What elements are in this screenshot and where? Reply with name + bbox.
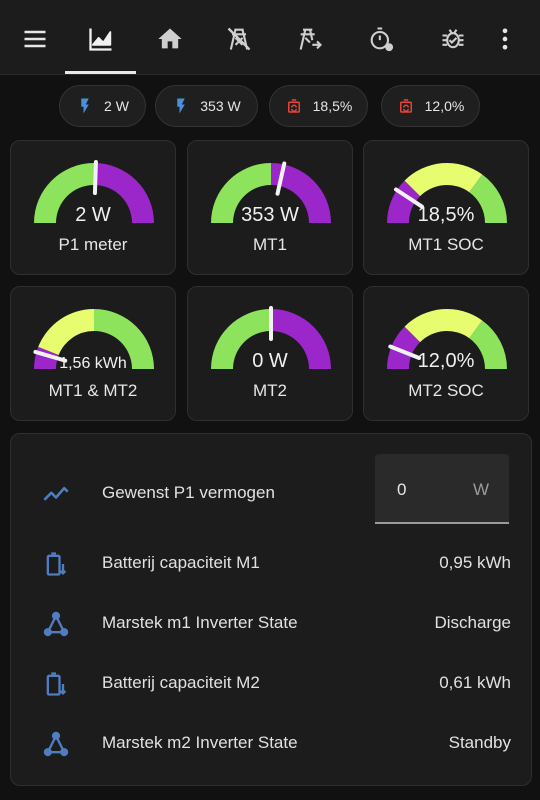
entity-row[interactable]: Marstek m1 Inverter State Discharge (11, 599, 531, 639)
gauge-card-mt1-mt2[interactable]: 1,56 kWh MT1 & MT2 (10, 286, 176, 421)
gauge-value: 18,5% (417, 204, 475, 226)
gauge-name: P1 meter (58, 235, 128, 254)
gauge-card-mt2-soc[interactable]: 12,0% MT2 SOC (363, 286, 529, 421)
gauge-name: MT1 SOC (408, 235, 484, 254)
status-chips: 2 W 353 W 18,5% 12,0% (0, 85, 540, 129)
bug-check-icon[interactable] (438, 22, 468, 56)
active-tab-indicator (65, 71, 136, 74)
chip-p1-power[interactable]: 2 W (59, 85, 146, 127)
gauge-value: 12,0% (417, 350, 475, 372)
entity-row[interactable]: Marstek m2 Inverter State Standby (11, 719, 531, 759)
p1-target-input[interactable]: 0 W (375, 454, 509, 524)
transmission-tower-export-icon[interactable] (295, 22, 325, 56)
input-unit: W (472, 480, 489, 499)
entities-card: Gewenst P1 vermogen 0 W Batterij capacit… (10, 433, 532, 786)
gauge-name: MT1 (253, 235, 287, 254)
state-machine-icon (39, 607, 73, 641)
entity-row[interactable]: Batterij capaciteit M2 0,61 kWh (11, 659, 531, 699)
entity-row[interactable]: Batterij capaciteit M1 0,95 kWh (11, 539, 531, 579)
battery-sync-icon (399, 99, 412, 113)
chip-value: 18,5% (312, 98, 353, 114)
gauge-card-mt1[interactable]: 353 W MT1 (187, 140, 353, 275)
entity-value: Discharge (434, 613, 511, 632)
gauge-value: 353 W (241, 204, 299, 226)
chip-value: 12,0% (424, 98, 465, 114)
state-machine-icon (39, 727, 73, 761)
chip-mt1-power[interactable]: 353 W (155, 85, 258, 127)
gauge-value: 1,56 kWh (59, 355, 127, 372)
home-icon[interactable] (155, 22, 185, 56)
entity-label: Marstek m2 Inverter State (102, 733, 298, 752)
chip-mt2-soc[interactable]: 12,0% (381, 85, 480, 127)
chip-value: 2 W (104, 98, 129, 114)
battery-arrow-down-icon (39, 667, 73, 701)
gauge-card-p1-meter[interactable]: 2 W P1 meter (10, 140, 176, 275)
gauge-value: 0 W (252, 350, 288, 372)
menu-icon[interactable] (20, 22, 50, 56)
chart-icon[interactable] (86, 22, 116, 56)
input-value[interactable]: 0 (397, 480, 406, 500)
battery-arrow-down-icon (39, 547, 73, 581)
chip-mt1-soc[interactable]: 18,5% (269, 85, 368, 127)
gauge-card-mt1-soc[interactable]: 18,5% MT1 SOC (363, 140, 529, 275)
entity-label: Gewenst P1 vermogen (102, 483, 275, 502)
gauge-name: MT2 SOC (408, 381, 484, 400)
gauge-segment (38, 309, 94, 356)
entity-value: 0,95 kWh (439, 553, 511, 572)
entity-label: Batterij capaciteit M2 (102, 673, 260, 692)
entity-value: 0,61 kWh (439, 673, 511, 692)
chart-line-icon (39, 477, 73, 511)
gauge-name: MT1 & MT2 (48, 381, 138, 400)
timer-cog-icon[interactable] (366, 22, 396, 56)
battery-sync-icon (287, 99, 300, 113)
more-vertical-icon[interactable] (490, 22, 520, 56)
flash-icon (81, 98, 89, 114)
transmission-tower-off-icon[interactable] (224, 22, 254, 56)
top-app-bar (0, 0, 540, 75)
gauge-needle (92, 160, 98, 196)
gauge-card-mt2[interactable]: 0 W MT2 (187, 286, 353, 421)
entity-value: Standby (448, 733, 511, 752)
gauge-value: 2 W (75, 204, 111, 226)
entity-label: Marstek m1 Inverter State (102, 613, 298, 632)
gauge-name: MT2 (253, 381, 287, 400)
flash-icon (177, 98, 186, 114)
chip-value: 353 W (200, 98, 241, 114)
entity-label: Batterij capaciteit M1 (102, 553, 260, 572)
